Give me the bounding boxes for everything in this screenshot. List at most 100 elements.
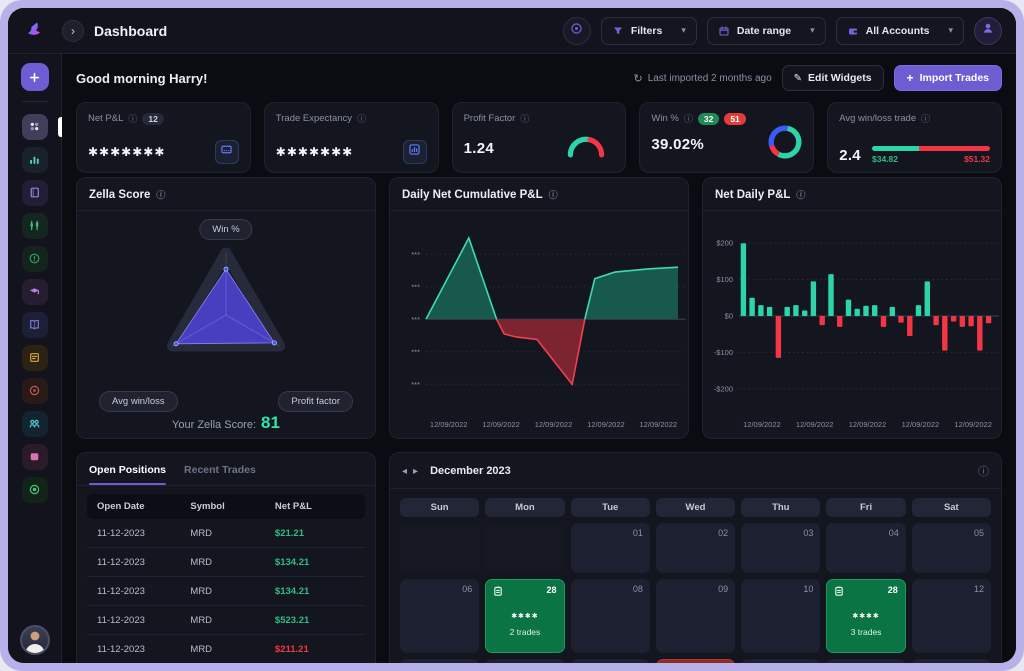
last-imported-text: Last imported 2 months ago xyxy=(648,73,772,84)
info-icon[interactable] xyxy=(128,112,137,125)
tab-open-positions[interactable]: Open Positions xyxy=(89,464,166,485)
stat-label: Profit Factor xyxy=(464,113,516,124)
calendar-day-cell[interactable]: 05 xyxy=(912,523,991,573)
calendar-day-cell[interactable]: 09 xyxy=(656,579,735,653)
info-icon[interactable] xyxy=(978,463,989,479)
target-icon xyxy=(570,22,583,40)
svg-text:12/09/2022: 12/09/2022 xyxy=(796,420,834,429)
calendar-day-cell[interactable]: 15 xyxy=(571,659,650,663)
info-icon[interactable] xyxy=(549,188,558,201)
cell-open-date: 11-12-2023 xyxy=(97,557,190,568)
calendar-day-cell[interactable]: 02 xyxy=(656,523,735,573)
col-symbol: Symbol xyxy=(190,501,275,512)
masked-pnl: ✱✱✱✱ xyxy=(486,612,563,620)
calendar-day-cell[interactable] xyxy=(485,523,564,573)
calendar-day-cell[interactable]: 19 xyxy=(912,659,991,663)
focus-mode-button[interactable] xyxy=(563,17,591,45)
prev-month-button[interactable] xyxy=(402,466,407,477)
next-month-button[interactable] xyxy=(413,466,418,477)
sidebar-item-replay[interactable] xyxy=(22,378,48,404)
calendar-dow-label: Tue xyxy=(571,498,650,517)
sidebar-item-reports[interactable] xyxy=(22,147,48,173)
svg-text:12/09/2022: 12/09/2022 xyxy=(902,420,940,429)
calendar-day-cell[interactable]: 06 xyxy=(400,579,479,653)
table-row[interactable]: 11-12-2023 MRD $134.21 xyxy=(87,577,365,606)
calendar-dow-label: Mon xyxy=(485,498,564,517)
funnel-icon xyxy=(612,25,624,37)
cell-open-date: 11-12-2023 xyxy=(97,615,190,626)
chart-view-button[interactable] xyxy=(403,140,427,164)
calendar-day-cell[interactable]: 12 xyxy=(912,579,991,653)
svg-text:12/09/2022: 12/09/2022 xyxy=(482,420,520,429)
cell-net-pnl: $134.21 xyxy=(275,557,355,568)
user-avatar[interactable] xyxy=(974,17,1002,45)
calendar-day-win[interactable]: 28✱✱✱✱ 2 trades xyxy=(485,579,564,653)
table-row[interactable]: 11-12-2023 MRD $134.21 xyxy=(87,548,365,577)
calendar-day-cell[interactable]: 04 xyxy=(826,523,905,573)
sidebar-item-dashboard[interactable] xyxy=(22,114,48,140)
calendar-day-cell[interactable] xyxy=(400,523,479,573)
radar-axis-avg: Avg win/loss xyxy=(99,391,178,412)
calendar-day-cell[interactable]: 08 xyxy=(571,579,650,653)
accounts-label: All Accounts xyxy=(866,25,930,37)
sidebar-item-journal[interactable] xyxy=(22,180,48,206)
calendar-day-win[interactable]: 28✱✱✱✱ 3 trades xyxy=(826,579,905,653)
charts-row: Zella Score Win % Avg win/loss Profit fa… xyxy=(76,177,1002,439)
chevron-right-icon xyxy=(71,24,75,38)
zella-radar-chart xyxy=(104,237,348,392)
calendar-day-cell[interactable]: 03 xyxy=(741,523,820,573)
sidebar-item-insights[interactable] xyxy=(22,246,48,272)
tab-recent-trades[interactable]: Recent Trades xyxy=(184,464,256,485)
logo[interactable] xyxy=(8,17,62,44)
svg-text:***: *** xyxy=(411,250,420,259)
sidebar-user-avatar[interactable] xyxy=(20,625,50,655)
sidebar-nav xyxy=(8,54,62,663)
calendar-day-cell[interactable]: 14 xyxy=(485,659,564,663)
cell-net-pnl: $21.21 xyxy=(275,528,355,539)
date-range-dropdown[interactable]: Date range xyxy=(707,17,826,45)
stat-label: Avg win/loss trade xyxy=(839,113,916,124)
reveal-value-button[interactable] xyxy=(215,140,239,164)
info-icon[interactable] xyxy=(357,112,366,125)
calendar-day-loss[interactable]: 16 xyxy=(656,659,735,663)
calendar-day-cell[interactable]: 18 xyxy=(826,659,905,663)
filters-dropdown[interactable]: Filters xyxy=(601,17,697,45)
sidebar-item-mentoring[interactable] xyxy=(22,312,48,338)
app-window: Dashboard Filters Date range All Account… xyxy=(8,8,1016,663)
calendar-day-cell[interactable]: 17 xyxy=(741,659,820,663)
info-icon[interactable] xyxy=(156,188,165,201)
cell-symbol: MRD xyxy=(190,586,275,597)
edit-widgets-button[interactable]: Edit Widgets xyxy=(782,65,884,91)
edit-widgets-label: Edit Widgets xyxy=(808,72,872,84)
calendar-day-cell[interactable]: 10 xyxy=(741,579,820,653)
sidebar-item-university[interactable] xyxy=(22,477,48,503)
info-icon[interactable] xyxy=(796,188,805,201)
sidebar-item-resources[interactable] xyxy=(22,444,48,470)
wins-badge: 32 xyxy=(698,113,719,125)
calendar-day-cell[interactable]: 13 xyxy=(400,659,479,663)
cell-net-pnl: $523.21 xyxy=(275,615,355,626)
table-row[interactable]: 11-12-2023 MRD $523.21 xyxy=(87,606,365,635)
sidebar-item-trades[interactable] xyxy=(22,213,48,239)
sidebar-item-community[interactable] xyxy=(22,411,48,437)
day-number: 12 xyxy=(974,584,984,594)
day-number: 09 xyxy=(718,584,728,594)
stat-card-win-rate: Win %3251 39.02% xyxy=(639,102,814,173)
refresh-icon[interactable] xyxy=(633,72,642,85)
info-icon[interactable] xyxy=(684,112,693,125)
day-number: 01 xyxy=(633,528,643,538)
table-row[interactable]: 11-12-2023 MRD $211.21 xyxy=(87,635,365,663)
card-icon xyxy=(220,143,233,161)
sidebar-item-backtesting[interactable] xyxy=(22,345,48,371)
table-row[interactable]: 11-12-2023 MRD $21.21 xyxy=(87,519,365,548)
sidebar-item-add-new[interactable] xyxy=(21,63,49,91)
accounts-dropdown[interactable]: All Accounts xyxy=(836,17,964,45)
info-icon[interactable] xyxy=(921,112,930,125)
calendar-dow-label: Thu xyxy=(741,498,820,517)
calendar-day-cell[interactable]: 01 xyxy=(571,523,650,573)
import-trades-button[interactable]: Import Trades xyxy=(894,65,1002,91)
collapse-sidebar-button[interactable] xyxy=(62,20,84,42)
info-icon[interactable] xyxy=(520,112,529,125)
sidebar-item-playbook[interactable] xyxy=(22,279,48,305)
svg-text:12/09/2022: 12/09/2022 xyxy=(743,420,781,429)
